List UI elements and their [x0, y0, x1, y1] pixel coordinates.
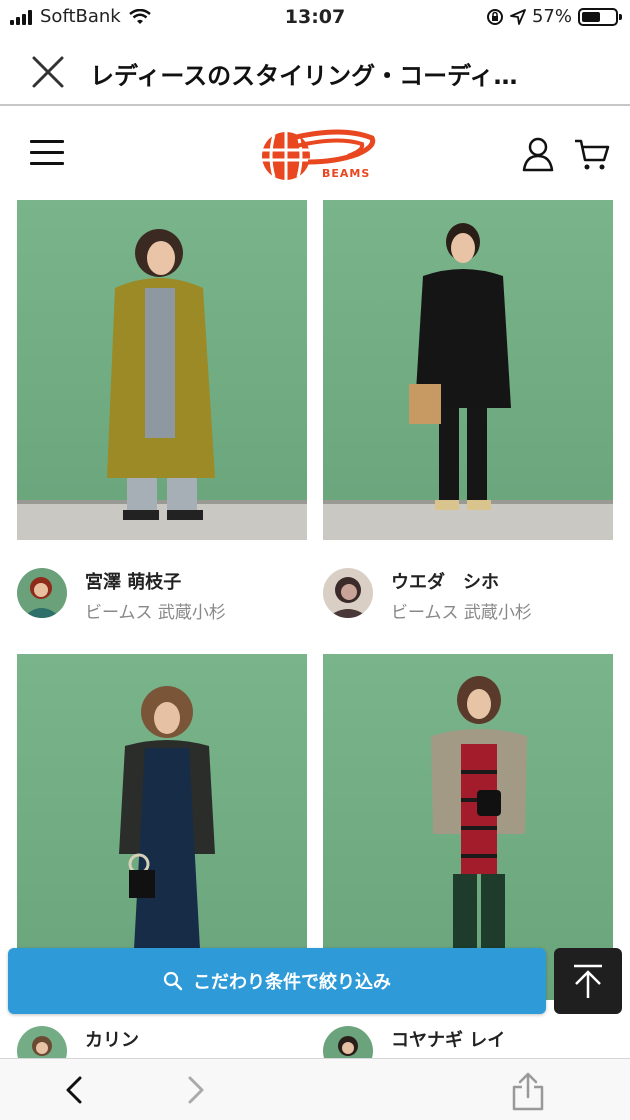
styling-photo[interactable]: [17, 200, 307, 540]
user-icon[interactable]: [522, 136, 554, 172]
search-icon: [163, 971, 183, 991]
menu-icon[interactable]: [30, 140, 64, 168]
staff-shop: ビームス 武蔵小杉: [391, 603, 532, 623]
close-icon[interactable]: [30, 54, 66, 90]
logo-text: BEAMS: [322, 167, 371, 180]
staff-info[interactable]: ウエダ シホ ビームス 武蔵小杉: [323, 568, 613, 648]
cart-icon[interactable]: [574, 138, 610, 172]
battery-icon: [578, 7, 622, 26]
model-figure: [107, 229, 215, 520]
site-header: BEAMS: [0, 108, 630, 200]
battery-percent: 57%: [531, 6, 572, 27]
back-arrow-icon[interactable]: [62, 1075, 88, 1105]
staff-name: カリン: [85, 1030, 139, 1051]
staff-name: 宮澤 萌枝子: [85, 572, 182, 593]
staff-name: ウエダ シホ: [391, 572, 499, 593]
styling-photo[interactable]: [323, 200, 613, 540]
forward-arrow-icon[interactable]: [182, 1075, 208, 1105]
status-bar: SoftBank 13:07 57%: [0, 0, 630, 36]
avatar: [323, 568, 373, 618]
location-icon: [510, 8, 526, 25]
rotation-lock-icon: [486, 8, 503, 25]
staff-name: コヤナギ レイ: [391, 1030, 506, 1051]
share-icon[interactable]: [510, 1071, 546, 1111]
filter-label: こだわり条件で絞り込み: [193, 972, 391, 993]
avatar: [17, 568, 67, 618]
staff-info[interactable]: 宮澤 萌枝子 ビームス 武蔵小杉: [17, 568, 307, 648]
model-figure: [409, 223, 511, 510]
page-title: レディースのスタイリング・コーディ…: [90, 62, 518, 90]
filter-button[interactable]: こだわり条件で絞り込み: [8, 948, 546, 1014]
scroll-to-top-button[interactable]: [554, 948, 622, 1014]
staff-shop: ビームス 武蔵小杉: [85, 603, 226, 623]
browser-title-bar: レディースのスタイリング・コーディ…: [0, 36, 630, 106]
browser-toolbar: [0, 1058, 630, 1120]
arrow-up-icon: [574, 964, 602, 998]
